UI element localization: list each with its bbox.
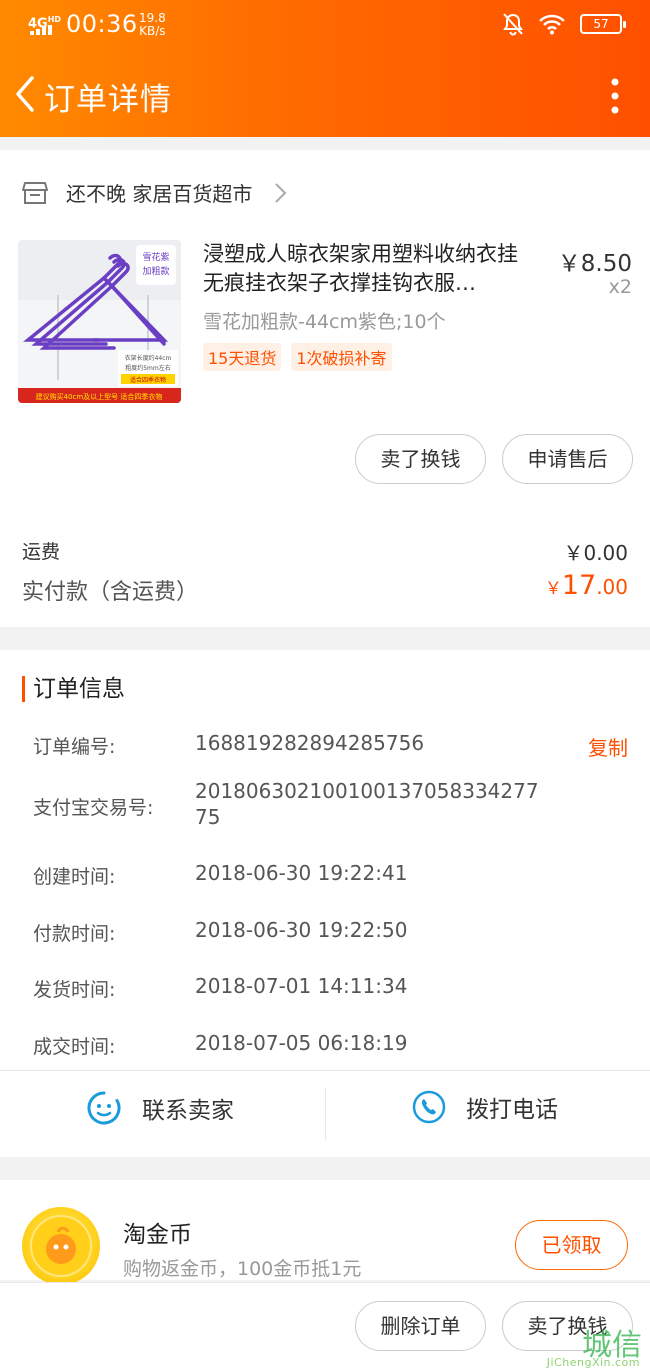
shipped-time-value: 2018-07-01 14:11:34 [195,974,408,998]
network-speed: 19.8 KB/s [139,11,166,38]
order-item-card: 还不晚 家居百货超市 雪花紫 加粗款 衣架长度约44cm 粗度约5mm左右 适合… [0,150,650,627]
deal-time-label: 成交时间: [33,1036,116,1058]
product-sku: 雪花加粗款-44cm紫色;10个 [203,311,446,333]
phone-icon [412,1090,446,1124]
deal-time-value: 2018-07-05 06:18:19 [195,1031,408,1055]
contact-seller-label: 联系卖家 [142,1098,234,1124]
order-number-label: 订单编号: [33,736,116,758]
created-time-label: 创建时间: [33,866,116,888]
paid-time-label: 付款时间: [33,923,116,945]
watermark-url: JiChengXin.com [546,1356,640,1369]
order-info-card: 订单信息 订单编号: 168819282894285756 复制 支付宝交易号:… [0,650,650,1157]
wifi-icon [539,14,565,35]
shop-name: 还不晚 家居百货超市 [66,182,253,206]
product-quantity: x2 [608,276,632,298]
tag-damage-resend: 1次破损补寄 [291,343,392,371]
image-spec-line1: 衣架长度约44cm [125,354,172,362]
shipping-value: ￥0.00 [563,541,628,565]
divider [0,1070,650,1071]
taojinbi-card: 淘金币 购物返金币，100金币抵1元 已领取 [0,1180,650,1285]
product-image[interactable]: 雪花紫 加粗款 衣架长度约44cm 粗度约5mm左右 适合四季衣物 建议购买40… [18,240,181,403]
clock: 00:36 [66,10,138,38]
coin-title: 淘金币 [123,1222,192,1248]
product-price: ￥8.50 [557,251,632,277]
nav-bar: 订单详情 [0,60,650,130]
service-tags: 15天退货 1次破损补寄 [203,343,392,371]
contact-seller-button[interactable]: 联系卖家 [86,1090,234,1126]
paid-time-value: 2018-06-30 19:22:50 [195,918,408,942]
image-badge-line1: 雪花紫 [142,251,169,263]
coin-subtitle: 购物返金币，100金币抵1元 [123,1258,362,1280]
chevron-right-icon [275,182,287,203]
store-icon [22,181,48,204]
tag-return: 15天退货 [203,343,282,371]
gold-coin-icon [22,1207,100,1285]
alipay-trade-label: 支付宝交易号: [33,797,154,819]
app-header: 4GHD 00:36 19.8 KB/s 57 订单详情 [0,0,650,137]
image-spec-line2: 粗度约5mm左右 [125,364,171,372]
image-spec-line3: 适合四季衣物 [130,376,166,384]
chat-face-icon [87,1091,121,1125]
copy-button[interactable]: 复制 [588,732,628,761]
paid-label: 实付款（含运费） [22,580,199,605]
image-badge-line2: 加粗款 [142,265,169,277]
chevron-left-icon[interactable] [10,74,40,114]
product-title[interactable]: 浸塑成人晾衣架家用塑料收纳衣挂 无痕挂衣架子衣撑挂钩衣服… [203,240,543,298]
claimed-button[interactable]: 已领取 [515,1220,628,1270]
shipping-label: 运费 [22,541,61,563]
shipped-time-label: 发货时间: [33,979,116,1001]
call-phone-button[interactable]: 拨打电话 [412,1090,558,1124]
battery-icon: 57 [580,14,626,34]
call-phone-label: 拨打电话 [466,1097,558,1123]
signal-icon [30,25,52,35]
mute-bell-icon [503,13,523,36]
order-number-value: 168819282894285756 [195,731,425,755]
alipay-trade-value: 20180630210010013705833427775 [195,779,539,829]
order-info-title: 订单信息 [22,676,125,702]
vertical-divider [325,1088,326,1140]
created-time-value: 2018-06-30 19:22:41 [195,861,408,885]
page-title: 订单详情 [44,82,172,118]
hanger-illustration: 雪花紫 加粗款 衣架长度约44cm 粗度约5mm左右 适合四季衣物 建议购买40… [18,240,181,403]
after-sale-button[interactable]: 申请售后 [502,434,633,484]
status-bar: 4GHD 00:36 19.8 KB/s 57 [0,0,650,52]
image-footer: 建议购买40cm及以上型号 适合四季衣物 [36,392,163,401]
shop-link[interactable]: 还不晚 家居百货超市 [22,178,290,207]
delete-order-button[interactable]: 删除订单 [355,1301,486,1351]
sell-button[interactable]: 卖了换钱 [355,434,486,484]
vertical-dots-icon[interactable] [610,78,620,114]
paid-value: ￥17.00 [544,570,628,601]
